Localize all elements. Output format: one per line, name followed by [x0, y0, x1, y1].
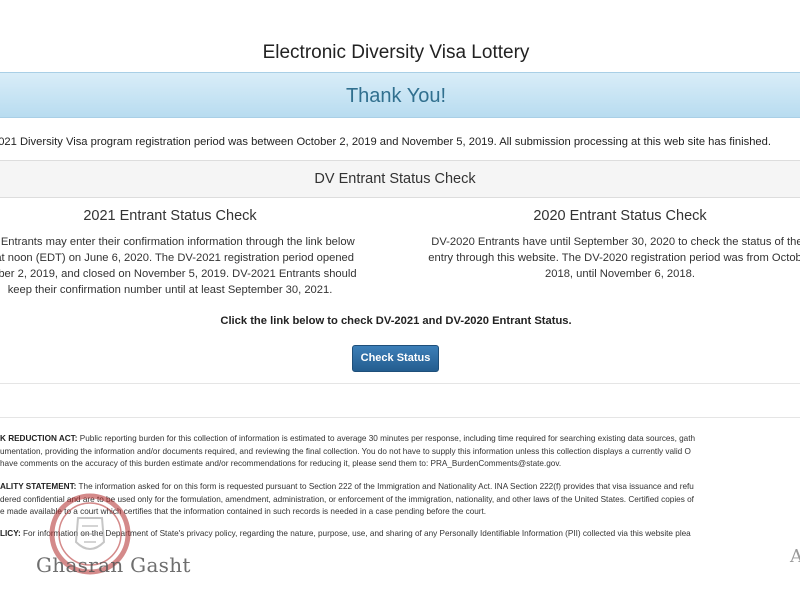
paperwork-line: umentation, providing the information an… — [0, 446, 691, 456]
section-divider — [0, 417, 800, 418]
paperwork-line: have comments on the accuracy of this bu… — [0, 459, 562, 468]
dv2021-status-title: 2021 Entrant Status Check — [83, 208, 257, 224]
check-status-instruction: Click the link below to check DV-2021 an… — [220, 315, 572, 327]
dv2021-text-line: ctober 2, 2019, and closed on November 5… — [0, 268, 357, 280]
dv2021-text-line: 21 Entrants may enter their confirmation… — [0, 236, 355, 248]
registration-closed-notice: e DV-2021 Diversity Visa program registr… — [0, 136, 771, 148]
dv2021-text-line: g at noon (EDT) on June 6, 2020. The DV-… — [0, 252, 354, 264]
dv2021-status-text: 21 Entrants may enter their confirmation… — [0, 234, 380, 298]
dv2020-text-line: DV-2020 Entrants have until September 30… — [431, 236, 800, 248]
paperwork-reduction-act-paragraph: K REDUCTION ACT: Public reporting burden… — [0, 433, 800, 471]
confidentiality-text: The information asked for on this form i… — [76, 482, 694, 491]
dv2020-text-line: entry through this website. The DV-2020 … — [428, 252, 800, 264]
confidentiality-label: ALITY STATEMENT: — [0, 482, 77, 491]
status-check-heading: DV Entrant Status Check — [0, 160, 800, 198]
watermark-text: Ghasran Gasht — [36, 553, 191, 577]
check-status-button[interactable]: Check Status — [352, 345, 439, 372]
paperwork-line: K REDUCTION ACT: Public reporting burden… — [0, 433, 800, 446]
edge-watermark-glyph: A — [790, 546, 800, 567]
page-title: Electronic Diversity Visa Lottery — [262, 42, 530, 63]
dv2021-text-line: keep their confirmation number until at … — [7, 284, 333, 296]
section-divider — [0, 383, 800, 384]
dv2020-status-text: DV-2020 Entrants have until September 30… — [420, 234, 800, 282]
dv2020-text-line: 2018, until November 6, 2018. — [545, 268, 695, 280]
privacy-label: LICY: — [0, 529, 21, 538]
paperwork-text: Public reporting burden for this collect… — [77, 434, 696, 443]
thank-you-banner: Thank You! — [0, 72, 800, 118]
paperwork-label: K REDUCTION ACT: — [0, 434, 78, 443]
dv2020-status-title: 2020 Entrant Status Check — [533, 208, 707, 224]
